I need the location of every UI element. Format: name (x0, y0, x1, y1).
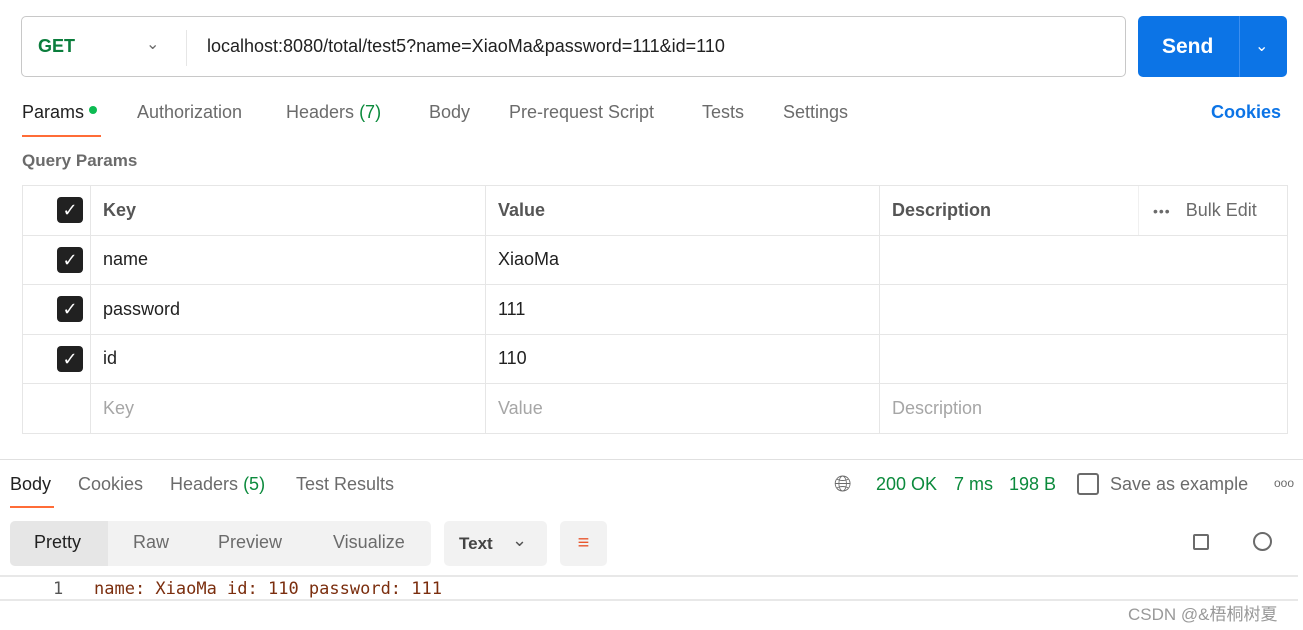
tab-authorization[interactable]: Authorization (137, 102, 242, 123)
watermark: CSDN @&梧桐树夏 (1128, 605, 1278, 624)
section-title: Query Params (22, 151, 138, 170)
key-input[interactable]: Key (90, 383, 486, 434)
tab-settings[interactable]: Settings (783, 102, 848, 123)
send-button[interactable]: Send ⌄ (1138, 16, 1287, 77)
response-tab-cookies[interactable]: Cookies (78, 474, 143, 495)
description-input[interactable]: Description (879, 383, 1288, 434)
chevron-down-icon: ⌄ (512, 530, 528, 550)
response-size[interactable]: 198 B (1009, 474, 1056, 495)
tab-pre-request-script[interactable]: Pre-request Script (509, 102, 654, 123)
tab-tests[interactable]: Tests (702, 102, 744, 123)
save-as-example-button[interactable]: Save as example (1110, 474, 1248, 495)
code-line: name: XiaoMa id: 110 password: 111 (94, 579, 442, 599)
divider (1239, 16, 1240, 77)
response-tab-test-results[interactable]: Test Results (296, 474, 394, 495)
param-value[interactable]: 110 (485, 333, 880, 384)
table-header: ✓ Key Value Description ••• Bulk Edit (22, 185, 1288, 236)
tab-count: (7) (359, 102, 382, 122)
row-checkbox[interactable]: ✓ (57, 345, 83, 372)
value-input[interactable]: Value (485, 383, 880, 434)
view-preview[interactable]: Preview (218, 532, 282, 553)
active-tab-indicator (22, 135, 101, 137)
param-key[interactable]: password (90, 284, 486, 335)
cookies-link[interactable]: Cookies (1211, 102, 1281, 123)
param-value[interactable]: 111 (485, 284, 880, 335)
row-checkbox[interactable]: ✓ (57, 246, 83, 273)
tab-headers[interactable]: Headers (7) (286, 102, 381, 123)
divider (186, 30, 187, 66)
status-dot-icon (89, 106, 98, 115)
url-input[interactable]: localhost:8080/total/test5?name=XiaoMa&p… (207, 36, 725, 57)
copy-icon[interactable] (1193, 534, 1209, 550)
tab-label: Params (22, 102, 85, 122)
tab-params[interactable]: Params (22, 102, 98, 123)
search-icon[interactable] (1253, 532, 1272, 551)
tab-count: (5) (243, 474, 266, 494)
active-tab-indicator (10, 506, 54, 508)
line-number: 1 (53, 579, 64, 599)
param-description[interactable] (879, 333, 1288, 384)
table-row-new: Key Value Description (22, 383, 1288, 434)
more-icon[interactable]: ••• (1153, 203, 1171, 219)
tab-body[interactable]: Body (429, 102, 470, 123)
format-select[interactable]: Text ⌄ (444, 521, 547, 566)
wrap-lines-icon[interactable]: ≡ (560, 521, 607, 566)
method-select[interactable]: GET (38, 36, 75, 57)
table-row: ✓ id 110 (22, 333, 1288, 384)
send-label: Send (1162, 35, 1214, 58)
status-code[interactable]: 200 OK (876, 474, 937, 495)
bulk-edit-button[interactable]: ••• Bulk Edit (1138, 185, 1288, 236)
column-header-value: Value (485, 185, 880, 236)
table-row: ✓ password 111 (22, 284, 1288, 335)
chevron-down-icon[interactable]: ⌄ (1255, 36, 1268, 56)
save-icon[interactable] (1077, 473, 1099, 495)
tab-label: Headers (170, 474, 239, 494)
param-description[interactable] (879, 284, 1288, 335)
response-time[interactable]: 7 ms (954, 474, 993, 495)
bulk-edit-label: Bulk Edit (1185, 199, 1257, 220)
row-checkbox[interactable]: ✓ (57, 296, 83, 323)
chevron-down-icon[interactable]: ⌄ (146, 34, 159, 54)
tab-label: Headers (286, 102, 355, 122)
view-pretty[interactable]: Pretty (34, 532, 81, 553)
param-key[interactable]: id (90, 333, 486, 384)
globe-icon[interactable]: 🌐︎ (834, 471, 852, 497)
format-value: Text (459, 534, 493, 553)
column-header-description: Description (879, 185, 1139, 236)
response-tab-body[interactable]: Body (10, 474, 51, 495)
params-table: ✓ Key Value Description ••• Bulk Edit ✓ … (22, 185, 1288, 434)
table-row: ✓ name XiaoMa (22, 234, 1288, 285)
pane-divider[interactable] (0, 459, 1303, 460)
view-visualize[interactable]: Visualize (333, 532, 405, 553)
column-header-key: Key (90, 185, 486, 236)
more-icon[interactable]: ooo (1274, 476, 1294, 490)
param-key[interactable]: name (90, 234, 486, 285)
param-description[interactable] (879, 234, 1288, 285)
select-all-checkbox[interactable]: ✓ (57, 197, 83, 224)
response-tab-headers[interactable]: Headers (5) (170, 474, 265, 495)
view-raw[interactable]: Raw (133, 532, 169, 553)
param-value[interactable]: XiaoMa (485, 234, 880, 285)
